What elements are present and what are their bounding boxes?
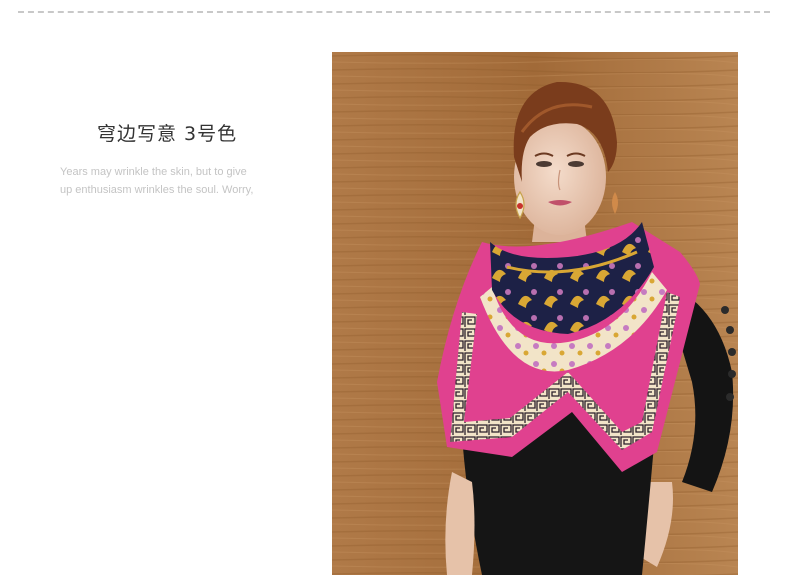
product-quote: Years may wrinkle the skin, but to give … bbox=[60, 163, 300, 199]
quote-line-2: up enthusiasm wrinkles the soul. Worry, bbox=[60, 184, 254, 196]
product-photo bbox=[332, 52, 738, 575]
product-title: 穹边写意 3号色 bbox=[97, 123, 238, 145]
top-dashed-divider bbox=[18, 11, 770, 13]
model-left-arm bbox=[445, 472, 475, 575]
quote-line-1: Years may wrinkle the skin, but to give bbox=[60, 166, 247, 178]
